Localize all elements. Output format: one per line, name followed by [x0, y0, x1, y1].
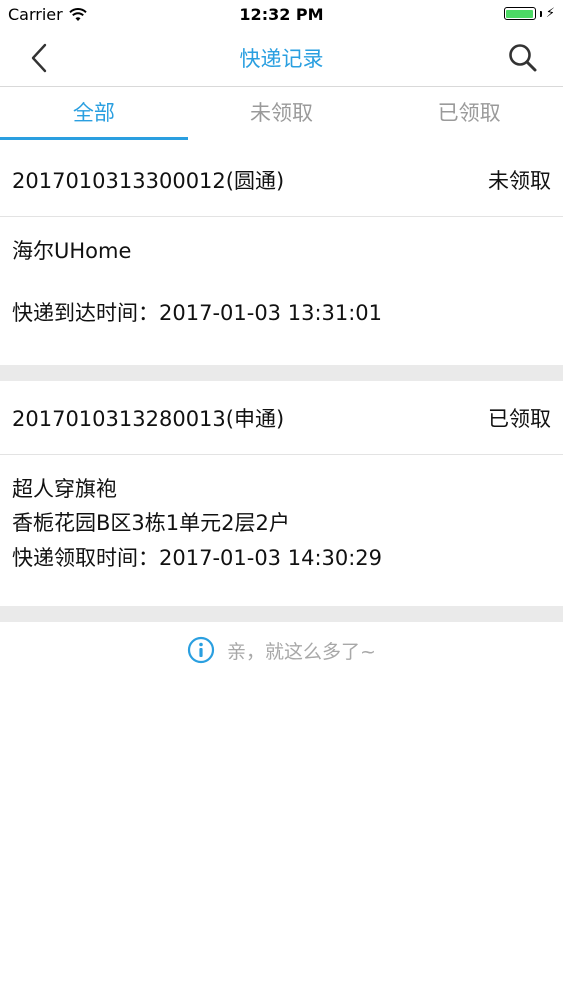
- section-divider: [0, 606, 563, 622]
- record-time-label: 快递到达时间：: [12, 301, 159, 325]
- tab-bar: 全部 未领取 已领取: [0, 87, 563, 140]
- record-status: 已领取: [488, 407, 551, 431]
- record-time: 快递到达时间：2017-01-03 13:31:01: [12, 297, 382, 327]
- status-time: 12:32 PM: [239, 5, 324, 24]
- record-name: 海尔UHome: [12, 239, 132, 263]
- tab-unclaimed[interactable]: 未领取: [188, 87, 376, 140]
- end-of-list-text: 亲，就这么多了~: [227, 640, 376, 663]
- record-time: 快递领取时间：2017-01-03 14:30:29: [12, 542, 382, 572]
- charging-icon: ⚡: [545, 6, 555, 21]
- status-right: ⚡: [503, 6, 555, 21]
- page-title: 快递记录: [239, 47, 324, 71]
- record-status: 未领取: [488, 169, 551, 193]
- record-address: 香栀花园B区3栋1单元2层2户: [12, 511, 290, 535]
- tab-claimed[interactable]: 已领取: [375, 87, 563, 140]
- info-icon: [187, 636, 215, 664]
- record-header: 2017010313280013(申通) 已领取: [0, 381, 563, 455]
- record-time-label: 快递领取时间：: [12, 546, 159, 570]
- record-time-value: 2017-01-03 13:31:01: [159, 301, 383, 325]
- record-card[interactable]: 2017010313280013(申通) 已领取 超人穿旗袍 香栀花园B区3栋1…: [0, 381, 563, 606]
- tab-all[interactable]: 全部: [0, 87, 188, 140]
- end-of-list-note: 亲，就这么多了~: [0, 632, 563, 668]
- battery-icon: [503, 7, 536, 20]
- record-name: 超人穿旗袍: [12, 477, 117, 501]
- record-header: 2017010313300012(圆通) 未领取: [0, 143, 563, 217]
- status-bar: Carrier 12:32 PM ⚡: [0, 0, 563, 30]
- battery-tip: [539, 10, 542, 17]
- search-icon[interactable]: [505, 40, 541, 76]
- record-id: 2017010313300012(圆通): [12, 169, 285, 193]
- nav-bar: 快递记录: [0, 30, 563, 87]
- record-id: 2017010313280013(申通): [12, 407, 285, 431]
- record-card[interactable]: 2017010313300012(圆通) 未领取 海尔UHome 快递到达时间：…: [0, 143, 563, 365]
- section-divider: [0, 365, 563, 381]
- record-time-value: 2017-01-03 14:30:29: [159, 546, 383, 570]
